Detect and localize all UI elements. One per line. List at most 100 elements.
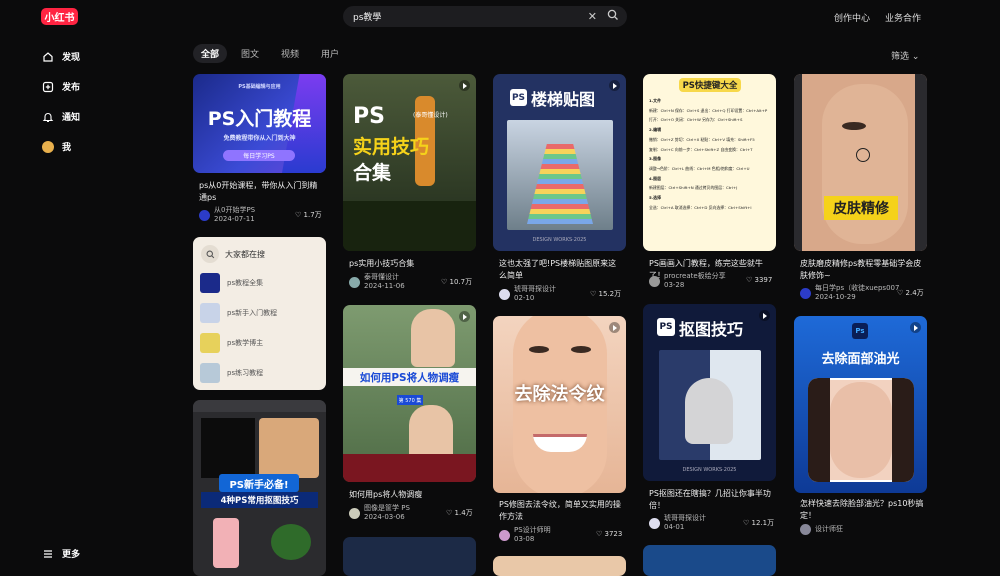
related-item[interactable]: ps教学博主 <box>200 333 263 353</box>
like-count[interactable]: ♡ 3723 <box>596 530 622 538</box>
tab-users[interactable]: 用户 <box>313 44 347 63</box>
related-label: ps教程全集 <box>227 279 264 287</box>
post-date: 03-08 <box>514 535 535 543</box>
card-title[interactable]: ps实用小技巧合集 <box>349 258 474 270</box>
related-item[interactable]: ps教程全集 <box>200 273 263 293</box>
card-title[interactable]: PS抠图还在瞎搞？几招让你事半功倍！ <box>649 488 774 512</box>
card-cover[interactable]: PS 楼梯贴图 DESIGN WORKS·2025 <box>493 74 626 251</box>
related-label: ps教学博主 <box>227 339 264 347</box>
search-bar[interactable]: ✕ <box>343 6 627 27</box>
like-count[interactable]: ♡ 1.4万 <box>446 508 473 518</box>
card-title[interactable]: 皮肤磨皮精修ps教程零基础学会皮肤修饰~ <box>800 258 925 282</box>
card-title[interactable]: 如何用ps将人物调瘦 <box>349 489 474 501</box>
author-name: 泰哥懂设计 <box>364 273 399 281</box>
avatar <box>349 276 360 288</box>
avatar <box>499 529 510 541</box>
logo[interactable]: 小红书 <box>41 8 78 25</box>
cover-title: PS新手必备! <box>219 474 299 492</box>
card-cover[interactable]: PS (泰哥懂设计) 实用技巧 合集 <box>343 74 476 251</box>
card-cover[interactable]: PS快捷键大全 1.文件 新建：Ctrl+N 保存：Ctrl+S 退出：Ctrl+… <box>643 74 776 251</box>
like-value: 1.7万 <box>303 211 322 219</box>
tab-video[interactable]: 视频 <box>273 44 307 63</box>
bell-icon <box>42 112 54 122</box>
card-author[interactable]: 设计师狂 <box>800 524 843 535</box>
sidebar-item-notifications[interactable]: 通知 <box>42 110 80 123</box>
like-value: 15.2万 <box>598 290 622 298</box>
card-author[interactable]: PS设计师明 03-08 <box>499 526 551 544</box>
card-author[interactable]: 琥哥哥探设计 02-10 <box>499 285 556 303</box>
like-value: 12.1万 <box>751 519 775 527</box>
card-author[interactable]: 泰哥懂设计 2024-11-06 <box>349 273 405 291</box>
play-icon <box>459 311 470 322</box>
cover-title: 抠图技巧 <box>679 320 744 339</box>
business-link[interactable]: 业务合作 <box>885 11 921 24</box>
avatar <box>800 287 811 299</box>
cover-subtitle: 实用技巧 <box>353 136 430 158</box>
card-author[interactable]: 琥哥哥探设计 04-01 <box>649 514 706 532</box>
card-title[interactable]: 怎样快速去除脸部油光？ps10秒搞定！ <box>800 498 925 522</box>
avatar <box>42 140 54 153</box>
author-name: 琥哥哥探设计 <box>664 514 706 522</box>
filter-button[interactable]: 筛选 ⌄ <box>891 49 919 62</box>
ps-logo: Ps <box>852 323 868 339</box>
cover-title: PS快捷键大全 <box>679 78 741 92</box>
related-item[interactable]: ps练习教程 <box>200 363 263 383</box>
card-title[interactable]: 这也太强了吧!PS楼梯贴图原来这么简单 <box>499 258 624 282</box>
sidebar-more-label: 更多 <box>62 550 81 560</box>
close-icon[interactable]: ✕ <box>588 10 597 23</box>
cover-badge: 每日学习PS <box>223 150 295 161</box>
card-author[interactable]: 图像是筐学 PS 2024-03-06 <box>349 504 410 522</box>
sidebar-item-discover[interactable]: 发现 <box>42 50 80 63</box>
creator-center-link[interactable]: 创作中心 <box>834 11 870 24</box>
cover-title: 楼梯贴图 <box>531 90 596 109</box>
related-item[interactable]: ps新手入门教程 <box>200 303 277 323</box>
card-cover[interactable]: Ps 去除面部油光 <box>794 316 927 493</box>
related-search-panel: 大家都在搜 ps教程全集 ps新手入门教程 ps教学博主 ps练习教程 <box>193 237 326 390</box>
like-count[interactable]: ♡ 15.2万 <box>590 289 621 299</box>
cover-tag: (泰哥懂设计) <box>413 112 448 119</box>
card-cover[interactable]: 如何用PS将人物调瘦 第 570 集 <box>343 305 476 482</box>
search-input[interactable] <box>353 11 573 22</box>
card-cover[interactable]: 去除法令纹 <box>493 316 626 493</box>
card-author[interactable]: procreate板绘分享 03-28 <box>649 272 726 290</box>
like-count[interactable]: ♡ 2.4万 <box>897 288 924 298</box>
avatar <box>199 209 210 221</box>
card-author[interactable]: 从0开始学PS 2024-07-11 <box>199 206 255 224</box>
cover-title: 去除法令纹 <box>514 384 605 405</box>
tab-all[interactable]: 全部 <box>193 44 228 63</box>
search-icon[interactable] <box>607 9 619 21</box>
sidebar-more[interactable]: 更多 <box>42 547 80 560</box>
sidebar-item-me[interactable]: 我 <box>42 140 71 153</box>
card-title[interactable]: ps从0开始课程，带你从入门到精通ps <box>199 180 324 204</box>
card-cover[interactable] <box>643 545 776 576</box>
like-value: 1.4万 <box>454 509 473 517</box>
card-cover[interactable]: PS新手必备! 4种PS常用抠图技巧 <box>193 400 326 576</box>
cover-title: 去除面部油光 <box>821 352 900 367</box>
avatar <box>499 288 510 300</box>
home-icon <box>43 51 53 62</box>
cover-tag: PS基础编辑与应用 <box>238 84 281 90</box>
post-date: 2024-11-06 <box>364 282 405 290</box>
avatar <box>649 275 660 287</box>
card-cover[interactable] <box>493 556 626 576</box>
like-count[interactable]: ♡ 12.1万 <box>743 518 774 528</box>
sidebar-item-publish[interactable]: 发布 <box>42 80 80 93</box>
card-cover[interactable]: PS 抠图技巧 DESIGN WORKS·2025 <box>643 304 776 481</box>
cover-title: PS <box>353 104 385 129</box>
like-count[interactable]: ♡ 3397 <box>746 276 772 284</box>
tab-notes[interactable]: 图文 <box>233 44 267 63</box>
card-cover[interactable]: PS基础编辑与应用 PS入门教程 免费教程带你从入门到大神 每日学习PS <box>193 74 326 173</box>
author-name: PS设计师明 <box>514 526 551 534</box>
cover-subtitle: 4种PS常用抠图技巧 <box>201 492 318 508</box>
like-count[interactable]: ♡ 10.7万 <box>441 277 472 287</box>
author-name: procreate板绘分享 <box>664 272 726 280</box>
ps-logo: PS <box>657 318 675 336</box>
card-cover[interactable] <box>343 537 476 576</box>
card-author[interactable]: 每日学ps（收徒xueps007 2024-10-29 <box>800 284 899 302</box>
card-cover[interactable]: 皮肤精修 <box>794 74 927 251</box>
post-date: 2024-07-11 <box>214 215 255 223</box>
post-date: 2024-03-06 <box>364 513 405 521</box>
play-icon <box>609 322 620 333</box>
like-count[interactable]: ♡ 1.7万 <box>295 210 322 220</box>
card-title[interactable]: PS修图去法令纹，简单又实用的操作方法 <box>499 499 624 523</box>
